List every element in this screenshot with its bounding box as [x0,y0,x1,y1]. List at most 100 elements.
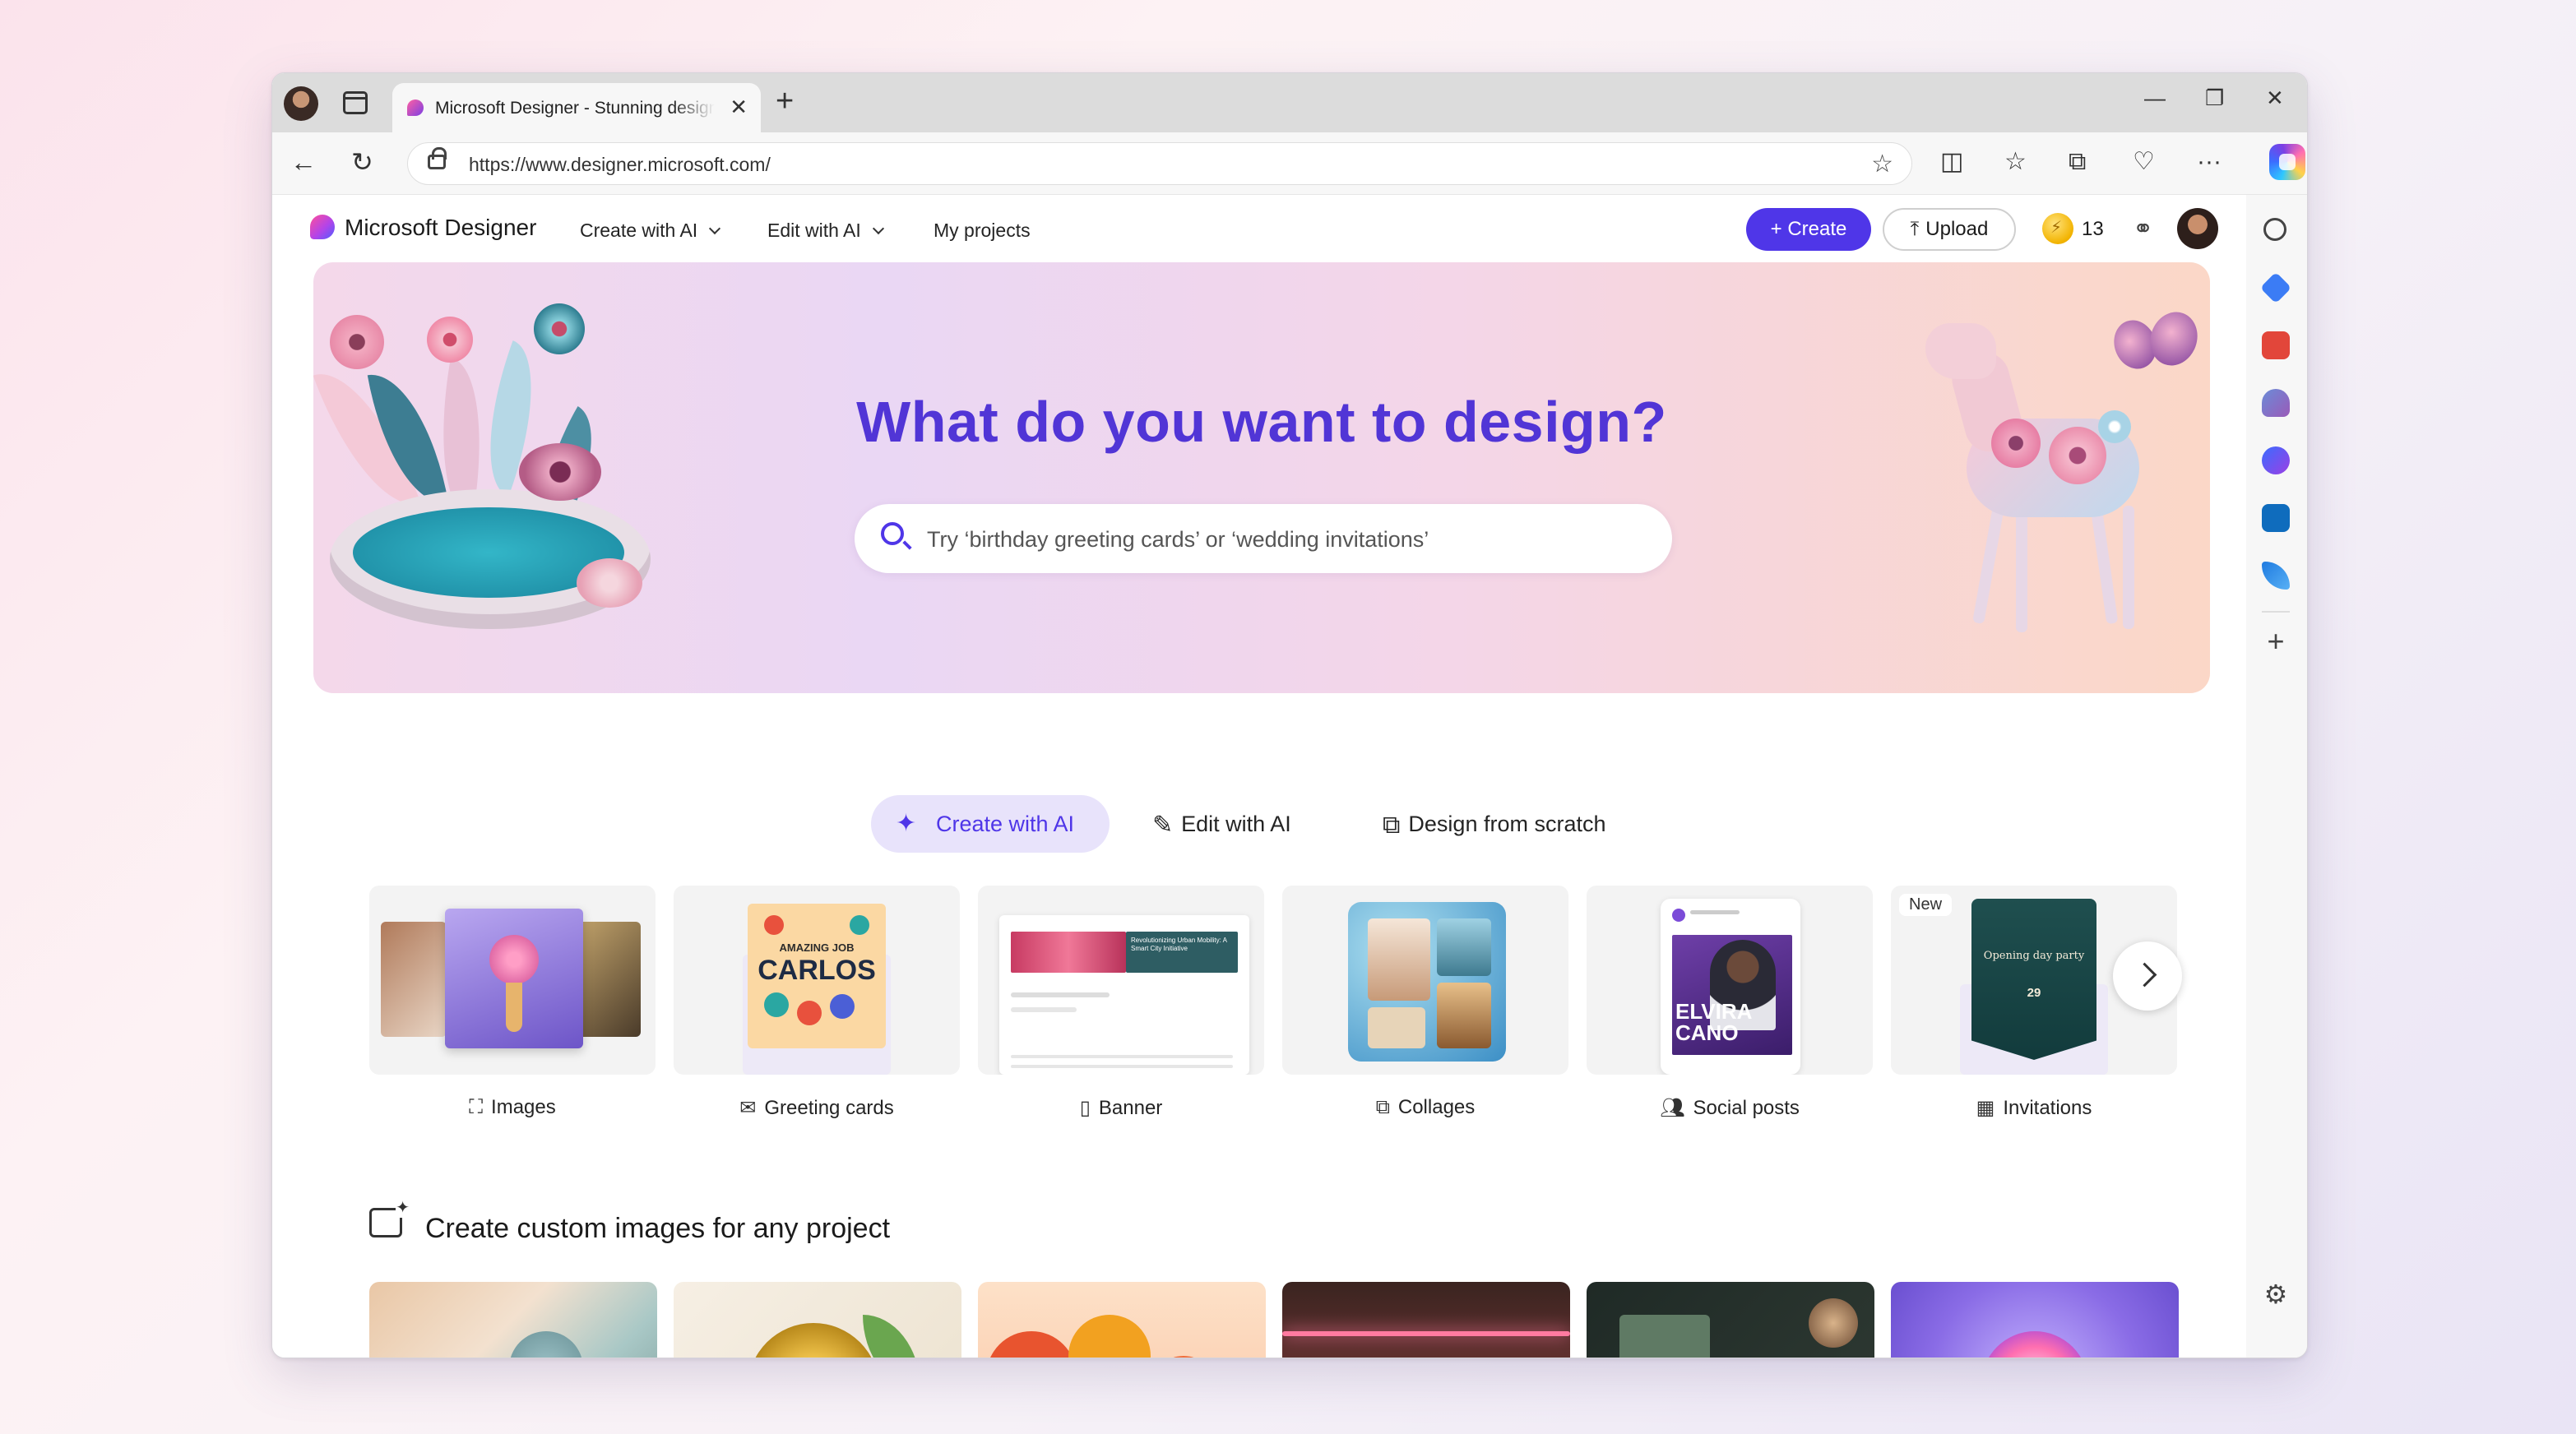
share-icon[interactable]: ⚭ [2133,215,2153,243]
settings-icon[interactable]: ⚙ [2262,1280,2290,1308]
designer-page: Microsoft Designer Create with AI Edit w… [272,195,2246,1358]
refresh-icon[interactable]: ↻ [351,146,373,178]
close-window-icon[interactable]: ✕ [2266,81,2284,114]
design-search-input[interactable]: Try ‘birthday greeting cards’ or ‘weddin… [855,504,1672,573]
avatar[interactable] [2177,208,2218,249]
mode-tabs: ✦ Create with AI ✎ Edit with AI ⧉ Design f… [272,795,2246,853]
nav-label: Edit with AI [767,220,861,241]
close-tab-icon[interactable]: ✕ [730,95,748,119]
card-text: CANO [1675,1020,1739,1045]
sample-image-thumbnail[interactable] [674,1282,961,1358]
minimize-icon[interactable]: — [2144,81,2166,114]
brand-name[interactable]: Microsoft Designer [345,215,536,241]
category-label: ✉ Greeting cards [674,1096,960,1120]
chevron-down-icon [872,222,884,235]
browser-sidebar: + ⚙ [2245,195,2307,1358]
category-label: ⛶ Images [369,1096,656,1119]
credits-count[interactable]: 13 [2082,218,2104,241]
category-label: 👥︎ Social posts [1587,1096,1873,1120]
card-text: Revolutionizing Urban Mobility: A Smart … [1131,937,1227,952]
sample-image-thumbnail[interactable] [1891,1282,2179,1358]
upload-label: Upload [1925,218,1989,240]
tab-label: Create with AI [935,812,1075,836]
copilot-icon[interactable] [2269,144,2305,180]
sample-image-thumbnail[interactable] [369,1282,657,1358]
image-sparkle-icon [369,1197,410,1237]
chevron-down-icon [709,222,721,235]
games-icon[interactable] [2262,389,2290,417]
tab-actions-icon[interactable] [343,91,368,114]
restore-icon[interactable]: ❐ [2205,81,2224,114]
create-button[interactable]: + Create [1746,208,1871,251]
new-tab-icon[interactable]: + [776,85,794,118]
sparkle-icon: ✦ [896,810,917,837]
category-name: Social posts [1693,1097,1800,1119]
nav-label: My projects [934,220,1031,241]
sidebar-divider [2262,611,2290,613]
microsoft365-icon[interactable] [2262,446,2290,474]
drop-icon[interactable] [2262,562,2290,590]
sample-image-thumbnail[interactable] [1282,1282,1570,1358]
card-text: Opening day party [1983,950,2085,962]
split-screen-icon[interactable]: ◫ [1940,147,1963,177]
section-title: Create custom images for any project [425,1213,891,1244]
category-label: ▦ Invitations [1891,1096,2177,1120]
back-icon[interactable]: ← [290,146,317,178]
category-thumbnail: ELVIRA CANO [1587,886,1873,1075]
carousel-next-button[interactable] [2113,941,2182,1011]
nav-edit-with-ai[interactable]: Edit with AI [767,220,884,242]
collage-icon: ⧉ [1375,1096,1390,1118]
credits-coin-icon[interactable] [2042,213,2073,244]
search-placeholder: Try ‘birthday greeting cards’ or ‘weddin… [927,527,1429,552]
calendar-icon: ▦ [1976,1097,1995,1119]
browser-essentials-icon[interactable]: ♡ [2133,147,2155,177]
new-badge: New [1899,894,1953,916]
browser-tab[interactable]: Microsoft Designer - Stunning designs in… [392,83,761,132]
category-name: Invitations [2003,1097,2092,1119]
favorite-star-icon[interactable]: ☆ [1871,150,1893,178]
site-header: Microsoft Designer Create with AI Edit w… [272,195,2246,261]
category-thumbnail: Revolutionizing Urban Mobility: A Smart … [978,886,1264,1075]
card-text: ELVIRA [1675,999,1753,1024]
designer-logo-icon[interactable] [310,215,335,239]
more-icon[interactable]: ··· [2197,147,2222,177]
tab-edit-with-ai[interactable]: ✎ Edit with AI [1152,795,1291,853]
envelope-icon: ✉ [739,1097,757,1119]
tab-label: Edit with AI [1181,812,1291,836]
lock-icon[interactable] [428,147,447,169]
tab-create-with-ai[interactable]: ✦ Create with AI [871,795,1110,853]
add-icon[interactable]: + [2262,627,2290,656]
outlook-icon[interactable] [2262,504,2290,532]
tab-label: Design from scratch [1408,812,1606,836]
url-field[interactable]: https://www.designer.microsoft.com/ ☆ [407,142,1912,185]
nav-my-projects[interactable]: My projects [934,220,1031,242]
tools-icon[interactable] [2262,331,2290,359]
browser-window: Microsoft Designer - Stunning designs in… [271,72,2308,1358]
upload-button[interactable]: ⤒ Upload [1883,208,2016,251]
magic-wand-icon: ✎ [1152,812,1174,839]
tab-design-from-scratch[interactable]: ⧉ Design from scratch [1383,795,1606,853]
category-thumbnail: AMAZING JOB CARLOS [674,886,960,1075]
tab-bar: Microsoft Designer - Stunning designs in… [272,73,2307,132]
banner-icon: ▯ [1079,1097,1091,1119]
favorites-icon[interactable]: ☆ [2004,147,2027,177]
nav-label: Create with AI [580,220,698,241]
category-thumbnail [1282,886,1568,1075]
category-name: Images [491,1096,556,1118]
category-name: Collages [1397,1096,1476,1118]
card-text: CARLOS [758,955,876,986]
url-text: https://www.designer.microsoft.com/ [469,154,771,175]
people-icon: 👥︎ [1660,1097,1685,1119]
shopping-icon[interactable] [2259,271,2292,304]
nav-create-with-ai[interactable]: Create with AI [580,220,721,242]
hero-title: What do you want to design? [856,390,1667,454]
profile-avatar[interactable] [284,86,318,121]
category-name: Greeting cards [764,1097,894,1119]
design-shapes-icon: ⧉ [1383,812,1401,839]
search-icon[interactable] [2263,218,2286,241]
card-text: AMAZING JOB [779,941,855,954]
category-label: ⧉ Collages [1282,1096,1568,1119]
sample-image-thumbnail[interactable] [1587,1282,1874,1358]
collections-icon[interactable]: ⧉ [2069,147,2086,177]
sample-image-thumbnail[interactable] [978,1282,1266,1358]
